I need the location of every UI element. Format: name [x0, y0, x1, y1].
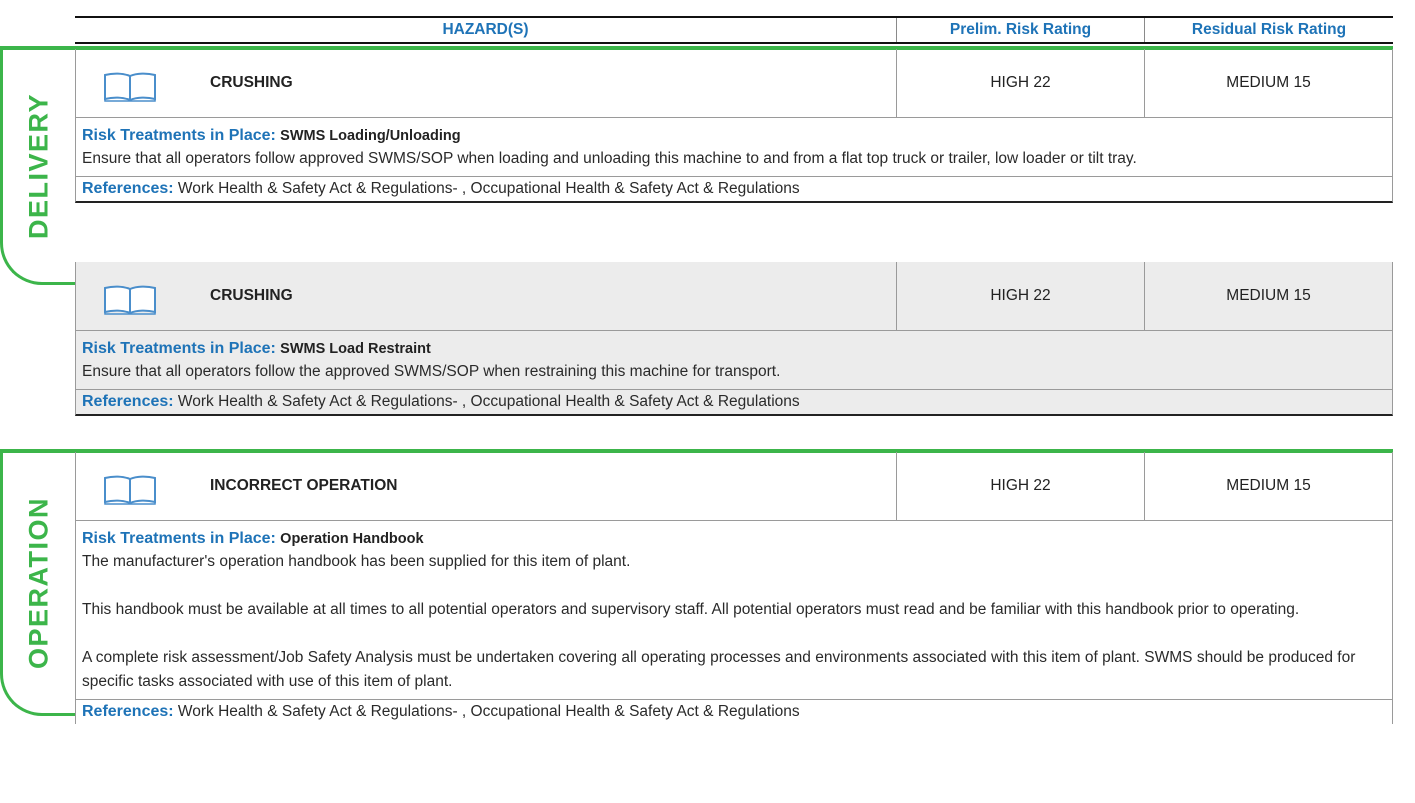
- references-text: Work Health & Safety Act & Regulations- …: [177, 180, 800, 197]
- references-row: References: Work Health & Safety Act & R…: [76, 177, 1392, 201]
- residual-risk-column-header: Residual Risk Rating: [1144, 18, 1393, 42]
- references-text: Work Health & Safety Act & Regulations- …: [177, 393, 800, 410]
- section-tab-delivery: DELIVERY: [0, 47, 75, 285]
- treatment-paragraph: The manufacturer's operation handbook ha…: [82, 553, 631, 570]
- hazard-name: CRUSHING: [177, 262, 897, 330]
- hazard-block: INCORRECT OPERATION HIGH 22 MEDIUM 15 Ri…: [75, 452, 1393, 724]
- risk-treatments: Risk Treatments in Place: SWMS Loading/U…: [76, 118, 1392, 177]
- book-icon[interactable]: [103, 72, 157, 102]
- treatment-paragraph: Ensure that all operators follow the app…: [82, 363, 781, 380]
- references-label: References:: [82, 703, 174, 720]
- hazard-row: CRUSHING HIGH 22 MEDIUM 15: [76, 262, 1392, 331]
- references-label: References:: [82, 393, 174, 410]
- risk-treatments: Risk Treatments in Place: SWMS Load Rest…: [76, 331, 1392, 390]
- risk-treatments-label: Risk Treatments in Place:: [82, 340, 276, 357]
- references-text: Work Health & Safety Act & Regulations- …: [177, 703, 800, 720]
- treatment-title: Operation Handbook: [280, 531, 424, 547]
- references-row: References: Work Health & Safety Act & R…: [76, 390, 1392, 414]
- section-label-operation: OPERATION: [23, 496, 54, 670]
- references-label: References:: [82, 180, 174, 197]
- book-icon[interactable]: [103, 475, 157, 505]
- treatment-title: SWMS Loading/Unloading: [280, 128, 461, 144]
- book-icon[interactable]: [103, 285, 157, 315]
- section-label-delivery: DELIVERY: [23, 92, 54, 240]
- treatment-paragraph: This handbook must be available at all t…: [82, 601, 1300, 618]
- risk-treatments-label: Risk Treatments in Place:: [82, 127, 276, 144]
- hazard-block: CRUSHING HIGH 22 MEDIUM 15 Risk Treatmen…: [75, 262, 1393, 416]
- residual-risk-rating: MEDIUM 15: [1226, 477, 1311, 494]
- risk-treatments: Risk Treatments in Place: Operation Hand…: [76, 521, 1392, 700]
- hazard-block: CRUSHING HIGH 22 MEDIUM 15 Risk Treatmen…: [75, 49, 1393, 203]
- treatment-paragraph: A complete risk assessment/Job Safety An…: [82, 649, 1356, 690]
- section-tab-operation: OPERATION: [0, 450, 75, 716]
- prelim-risk-rating: HIGH 22: [897, 49, 1145, 117]
- residual-risk-rating: MEDIUM 15: [1226, 74, 1311, 91]
- hazard-row: INCORRECT OPERATION HIGH 22 MEDIUM 15: [76, 452, 1392, 521]
- prelim-risk-column-header: Prelim. Risk Rating: [896, 18, 1144, 42]
- hazards-column-header: HAZARD(S): [442, 21, 529, 38]
- risk-treatments-label: Risk Treatments in Place:: [82, 530, 276, 547]
- prelim-risk-rating: HIGH 22: [897, 262, 1145, 330]
- hazard-name: INCORRECT OPERATION: [177, 452, 897, 520]
- residual-risk-rating: MEDIUM 15: [1226, 287, 1311, 304]
- treatment-title: SWMS Load Restraint: [280, 341, 431, 357]
- hazard-row: CRUSHING HIGH 22 MEDIUM 15: [76, 49, 1392, 118]
- references-row: References: Work Health & Safety Act & R…: [76, 700, 1392, 724]
- treatment-paragraph: Ensure that all operators follow approve…: [82, 150, 1137, 167]
- prelim-risk-rating: HIGH 22: [897, 452, 1145, 520]
- table-header: HAZARD(S) Prelim. Risk Rating Residual R…: [75, 16, 1393, 44]
- hazard-name: CRUSHING: [177, 49, 897, 117]
